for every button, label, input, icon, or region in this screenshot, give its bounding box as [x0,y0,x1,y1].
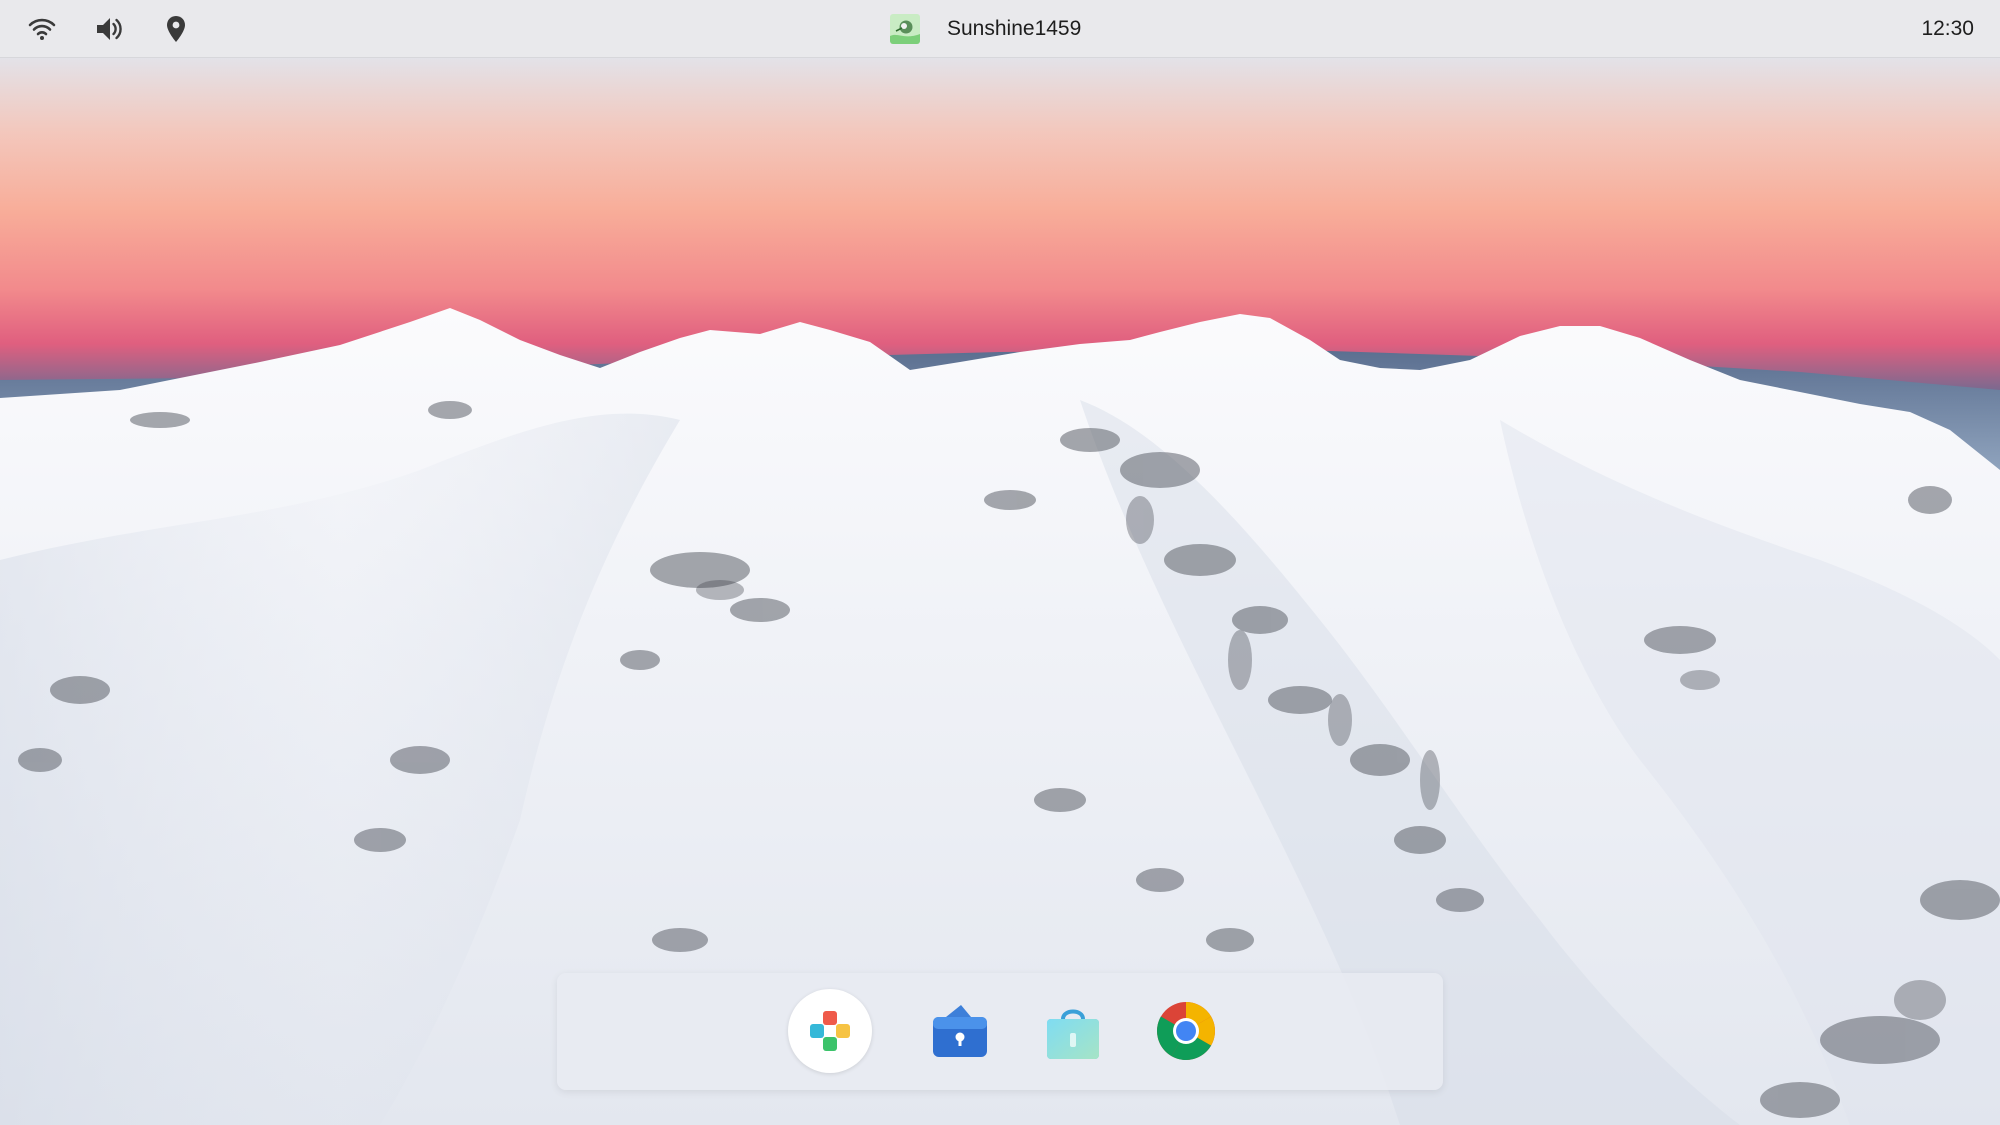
chrome-browser-button[interactable] [1144,989,1228,1073]
user-avatar[interactable] [890,14,920,44]
chrome-browser-icon [1157,1002,1215,1060]
app-store-icon [1047,1009,1099,1059]
files-app-button[interactable] [917,989,1001,1073]
username-label: Sunshine1459 [947,17,1082,40]
wifi-icon[interactable] [26,13,58,45]
volume-icon[interactable] [93,13,125,45]
files-app-icon [933,1005,987,1057]
location-pin-icon[interactable] [160,13,192,45]
desktop-screen: Sunshine1459 12:30 [0,0,2000,1125]
app-launcher-button[interactable] [788,989,872,1073]
app-launcher-icon [788,989,872,1073]
status-bar: Sunshine1459 12:30 [0,0,2000,58]
clock[interactable]: 12:30 [1921,14,1974,44]
app-dock [557,973,1443,1090]
app-store-button[interactable] [1031,989,1115,1073]
wallpaper-snowy-mountains [0,58,2000,1125]
